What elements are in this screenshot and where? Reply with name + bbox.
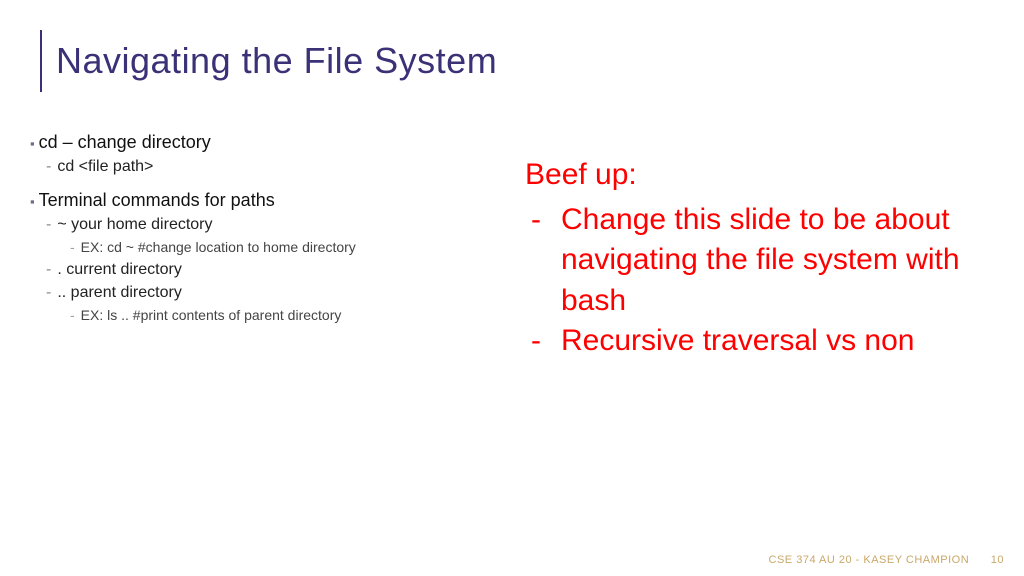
note-bullet: - Change this slide to be about navigati… (525, 200, 995, 322)
bullet-text: EX: cd ~ #change location to home direct… (81, 238, 356, 257)
bullet-l1: ▪ Terminal commands for paths (30, 188, 510, 212)
dash-bullet-icon: - (46, 282, 51, 304)
bullet-l2: - cd <file path> (46, 156, 510, 178)
square-bullet-icon: ▪ (30, 193, 35, 212)
note-heading: Beef up: (525, 155, 995, 196)
bullet-text: ~ your home directory (57, 214, 212, 236)
dash-bullet-icon: - (525, 200, 561, 322)
bullet-text: EX: ls .. #print contents of parent dire… (81, 306, 342, 325)
footer-text: CSE 374 AU 20 - KASEY CHAMPION (769, 554, 970, 566)
bullet-l2: - .. parent directory (46, 282, 510, 304)
bullet-l2: - ~ your home directory (46, 214, 510, 236)
dash-bullet-icon: - (46, 214, 51, 236)
dash-bullet-icon: - (70, 306, 75, 325)
title-bar: Navigating the File System (40, 30, 497, 92)
dash-bullet-icon: - (46, 259, 51, 281)
bullet-text: cd – change directory (39, 130, 211, 154)
page-number: 10 (991, 554, 1004, 566)
bullet-l3: - EX: cd ~ #change location to home dire… (70, 238, 510, 257)
note-text: Recursive traversal vs non (561, 321, 995, 362)
slide-title: Navigating the File System (56, 40, 497, 82)
content-left: ▪ cd – change directory - cd <file path>… (30, 130, 510, 327)
square-bullet-icon: ▪ (30, 135, 35, 154)
dash-bullet-icon: - (525, 321, 561, 362)
bullet-text: Terminal commands for paths (39, 188, 275, 212)
bullet-l3: - EX: ls .. #print contents of parent di… (70, 306, 510, 325)
content-right-note: Beef up: - Change this slide to be about… (525, 155, 995, 362)
slide-footer: CSE 374 AU 20 - KASEY CHAMPION 10 (769, 554, 1004, 566)
note-bullet: - Recursive traversal vs non (525, 321, 995, 362)
bullet-l1: ▪ cd – change directory (30, 130, 510, 154)
dash-bullet-icon: - (46, 156, 51, 178)
bullet-text: .. parent directory (57, 282, 182, 304)
note-text: Change this slide to be about navigating… (561, 200, 995, 322)
dash-bullet-icon: - (70, 238, 75, 257)
bullet-text: cd <file path> (57, 156, 153, 178)
bullet-l2: - . current directory (46, 259, 510, 281)
bullet-text: . current directory (57, 259, 181, 281)
